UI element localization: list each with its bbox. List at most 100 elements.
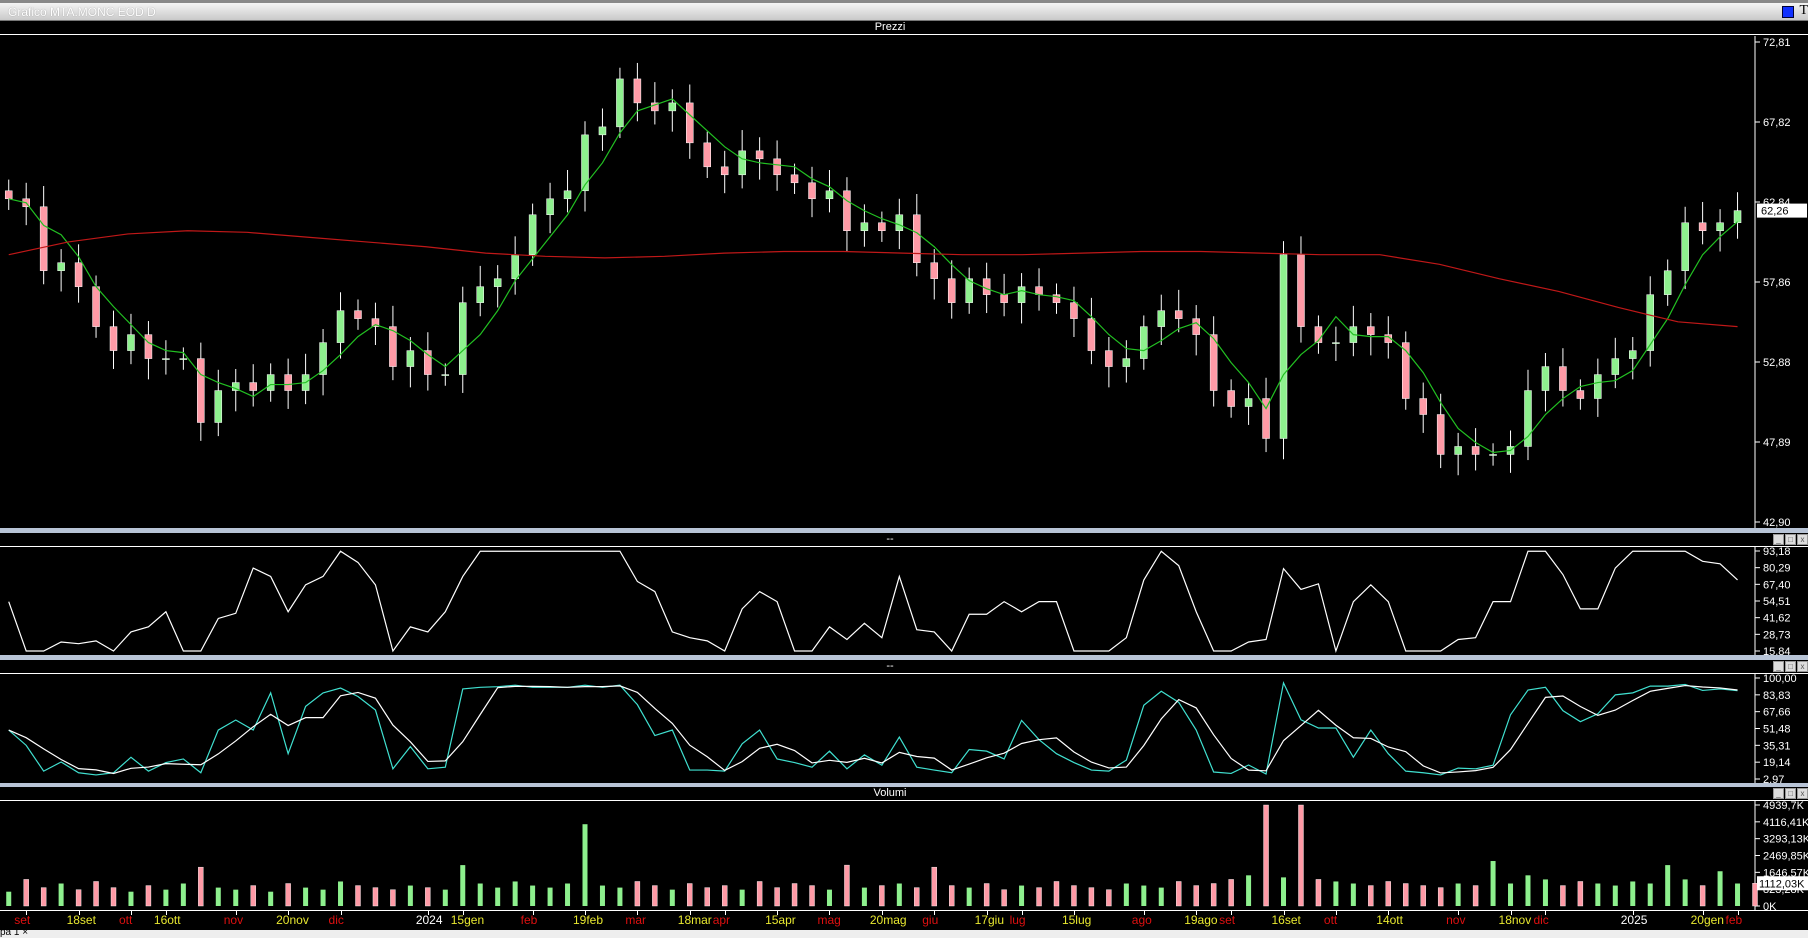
date-label: 19ago <box>1184 913 1218 927</box>
close-icon[interactable]: x <box>1797 661 1808 672</box>
volume-bar <box>338 881 344 906</box>
volume-bar <box>163 889 169 906</box>
candle <box>1733 210 1742 223</box>
candle <box>1471 446 1480 455</box>
date-tick <box>26 911 28 915</box>
date-label: dic <box>1533 913 1549 927</box>
sheet-tab[interactable]: pa 1 × <box>0 927 28 938</box>
volume-bar <box>390 889 396 907</box>
volume-bar <box>1665 865 1671 906</box>
date-label: apr <box>712 913 731 927</box>
maximize-icon[interactable]: □ <box>1785 661 1796 672</box>
stochastic-chart[interactable]: 100,00 83,83 67,66 51,48 35,31 19,14 2,97 <box>0 674 1808 783</box>
maximize-icon[interactable]: □ <box>1785 534 1796 545</box>
volume-bar <box>1385 881 1391 907</box>
date-tick <box>637 911 639 915</box>
volume-bar <box>215 887 221 906</box>
candle <box>1000 294 1008 303</box>
volume-bar <box>634 881 641 907</box>
volume-bar <box>1630 881 1636 906</box>
candle <box>39 206 48 271</box>
date-tick <box>1458 911 1460 915</box>
volume-bar <box>250 885 256 907</box>
maximize-icon[interactable]: □ <box>1785 788 1796 799</box>
date-tick <box>1021 911 1023 915</box>
rsi-chart[interactable]: 93,18 80,29 67,40 54,51 41,62 28,73 15,84 <box>0 547 1808 655</box>
date-label: dic <box>328 913 344 927</box>
volume-bar <box>1717 871 1723 906</box>
y-tick-label: 51,48 <box>1763 724 1791 736</box>
candle <box>738 150 746 176</box>
stoch-panel-title: -- <box>886 660 894 672</box>
volume-bar <box>355 885 361 907</box>
volume-bar <box>1106 889 1112 907</box>
candle <box>947 278 956 303</box>
candle <box>1105 350 1113 367</box>
candle <box>1716 222 1724 231</box>
date-axis: set 18set ott 16ott nov 20nov dic 2024 15gen feb 1… <box>0 910 1808 930</box>
candle <box>1017 286 1026 303</box>
volume-bar <box>861 887 867 906</box>
date-tick <box>1737 911 1739 915</box>
candle <box>895 214 904 231</box>
volume-bar <box>1472 885 1479 907</box>
volume-bar <box>1001 889 1007 907</box>
date-tick <box>1388 911 1390 915</box>
close-icon[interactable]: x <box>1797 534 1808 545</box>
date-tick <box>777 911 779 915</box>
date-label: 15gen <box>450 913 485 927</box>
volume-bar <box>879 885 885 907</box>
candle <box>633 78 642 104</box>
date-label: 18nov <box>1498 913 1532 927</box>
candle <box>755 150 764 160</box>
date-label: 14ott <box>1376 913 1403 927</box>
candle <box>1419 398 1427 415</box>
volume-bar <box>1560 885 1566 907</box>
candle <box>1035 286 1043 295</box>
window-title-bar: Grafico MTA.MONC EOD D T <box>0 0 1808 21</box>
date-label: 18set <box>66 913 96 927</box>
date-label: 18mar <box>677 913 712 927</box>
date-tick <box>724 911 726 915</box>
candle <box>825 190 834 200</box>
volume-bar <box>896 883 902 906</box>
candle <box>1489 454 1497 456</box>
date-tick <box>78 911 80 915</box>
volume-bar <box>425 887 431 907</box>
minimize-icon[interactable]: _ <box>1773 661 1784 672</box>
volume-bar <box>372 887 379 907</box>
candle <box>1698 222 1707 231</box>
close-icon[interactable]: x <box>1797 788 1808 799</box>
date-label: ott <box>118 913 133 927</box>
candle <box>459 302 467 375</box>
minimize-icon[interactable]: _ <box>1773 534 1784 545</box>
candle <box>1297 254 1305 327</box>
candle <box>1332 342 1340 344</box>
date-label: 20nov <box>276 913 309 927</box>
candle <box>1594 374 1602 399</box>
date-label: nov <box>223 913 244 927</box>
date-tick <box>1073 911 1075 915</box>
volume-bar <box>320 889 326 906</box>
candle <box>686 102 694 144</box>
y-tick-label: 93,18 <box>1763 547 1791 558</box>
volume-bar <box>704 887 710 907</box>
volume-chart[interactable]: 4939,7K4116,41K3293,13K2469,85K1646,57K8… <box>0 801 1808 910</box>
candle <box>1192 318 1200 335</box>
candle <box>878 222 886 231</box>
volume-bar <box>617 887 623 906</box>
volume-bar <box>547 887 553 906</box>
y-tick-label: 47,89 <box>1763 437 1791 449</box>
minimize-icon[interactable]: _ <box>1773 788 1784 799</box>
candle <box>1227 390 1235 407</box>
rsi-panel-header: -- _ □ x <box>0 533 1808 547</box>
volume-bar <box>6 891 12 906</box>
window-icon[interactable] <box>1782 6 1794 18</box>
candle <box>1576 390 1585 399</box>
price-chart[interactable]: 72,8167,8262,8457,8652,8847,8942,9062,26 <box>0 36 1808 528</box>
y-tick-label: 72,81 <box>1763 37 1791 49</box>
volume-bar <box>1455 883 1461 906</box>
candle <box>773 158 781 176</box>
volume-bar <box>1210 883 1217 907</box>
candle <box>214 390 223 423</box>
